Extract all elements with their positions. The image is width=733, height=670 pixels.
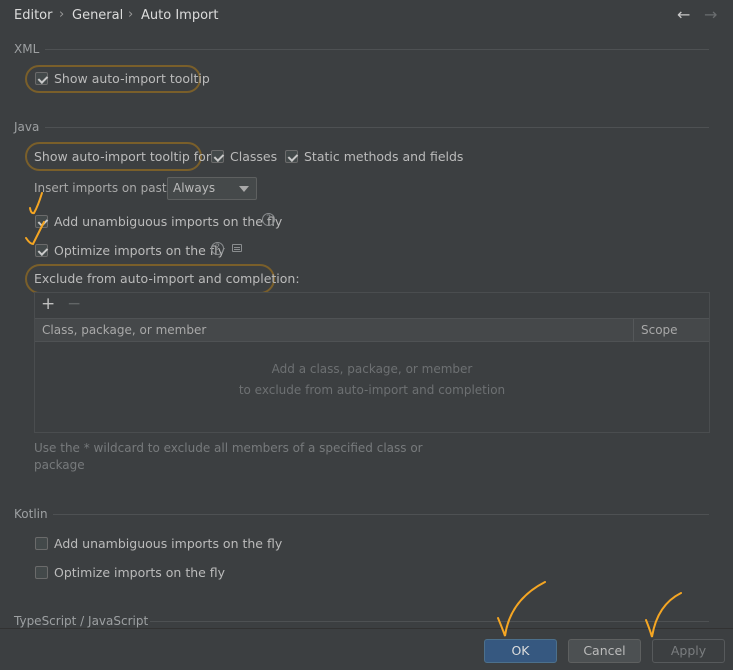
java-show-tooltip-for-label: Show auto-import tooltip for: [34, 149, 215, 164]
insert-imports-dropdown[interactable]: Always [167, 177, 257, 200]
kotlin-add-unambiguous-label: Add unambiguous imports on the fly [54, 536, 283, 551]
table-empty-text: to exclude from auto-import and completi… [238, 383, 506, 397]
exclude-table: + − Class, package, or member Scope Add … [34, 292, 710, 433]
kotlin-optimize-imports-checkbox[interactable] [35, 566, 48, 579]
annotation-checkmark [29, 192, 43, 215]
breadcrumb-header: Editor › General › Auto Import ← → [0, 0, 733, 32]
section-divider [45, 127, 709, 128]
kotlin-optimize-imports-label: Optimize imports on the fly [54, 565, 226, 580]
java-optimize-imports-checkbox[interactable] [35, 244, 48, 257]
java-classes-label: Classes [230, 149, 278, 164]
dialog-footer: OK Cancel Apply [0, 628, 733, 670]
java-static-methods-checkbox[interactable] [285, 150, 298, 163]
java-optimize-imports-label: Optimize imports on the fly [54, 243, 226, 258]
insert-imports-label: Insert imports on paste: [34, 181, 179, 195]
help-icon[interactable]: ? [262, 213, 275, 226]
java-classes-checkbox[interactable] [211, 150, 224, 163]
table-toolbar: + − [35, 293, 709, 318]
forward-arrow-icon[interactable]: → [704, 5, 717, 24]
xml-show-tooltip-checkbox[interactable] [35, 72, 48, 85]
wildcard-hint-line: package [34, 458, 85, 472]
exclude-label: Exclude from auto-import and completion: [34, 271, 300, 286]
table-header: Class, package, or member Scope [35, 318, 709, 342]
section-title-kotlin: Kotlin [14, 507, 48, 521]
java-static-methods-label: Static methods and fields [304, 149, 464, 164]
section-title-typescript: TypeScript / JavaScript [14, 614, 149, 628]
remove-icon[interactable]: − [67, 295, 81, 313]
breadcrumb-editor[interactable]: Editor [14, 8, 52, 23]
breadcrumb-general[interactable]: General [72, 8, 123, 23]
ok-button[interactable]: OK [484, 639, 557, 663]
section-title-xml: XML [14, 42, 40, 56]
apply-button[interactable]: Apply [652, 639, 725, 663]
wildcard-hint: Use the * wildcard to exclude all member… [34, 440, 423, 474]
breadcrumb-separator: › [59, 7, 65, 22]
breadcrumb-separator: › [128, 7, 134, 22]
java-add-unambiguous-label: Add unambiguous imports on the fly [54, 214, 283, 229]
java-add-unambiguous-checkbox[interactable] [35, 215, 48, 228]
wildcard-hint-line: Use the * wildcard to exclude all member… [34, 441, 423, 455]
chevron-down-icon [239, 186, 249, 192]
section-divider [150, 621, 709, 622]
cancel-button[interactable]: Cancel [568, 639, 641, 663]
column-header-scope[interactable]: Scope [641, 323, 678, 337]
kotlin-add-unambiguous-checkbox[interactable] [35, 537, 48, 550]
add-icon[interactable]: + [41, 295, 55, 313]
help-icon[interactable]: ? [211, 242, 224, 255]
section-divider [53, 514, 709, 515]
insert-imports-value: Always [173, 181, 216, 195]
section-divider [45, 49, 709, 50]
column-divider[interactable] [633, 319, 634, 341]
table-empty-text: Add a class, package, or member [271, 362, 473, 376]
column-header-class[interactable]: Class, package, or member [42, 323, 206, 337]
section-title-java: Java [14, 120, 40, 134]
xml-show-tooltip-label: Show auto-import tooltip [54, 71, 210, 86]
breadcrumb-auto-import: Auto Import [141, 8, 219, 23]
back-arrow-icon[interactable]: ← [677, 5, 690, 24]
keyboard-icon[interactable] [232, 244, 242, 252]
